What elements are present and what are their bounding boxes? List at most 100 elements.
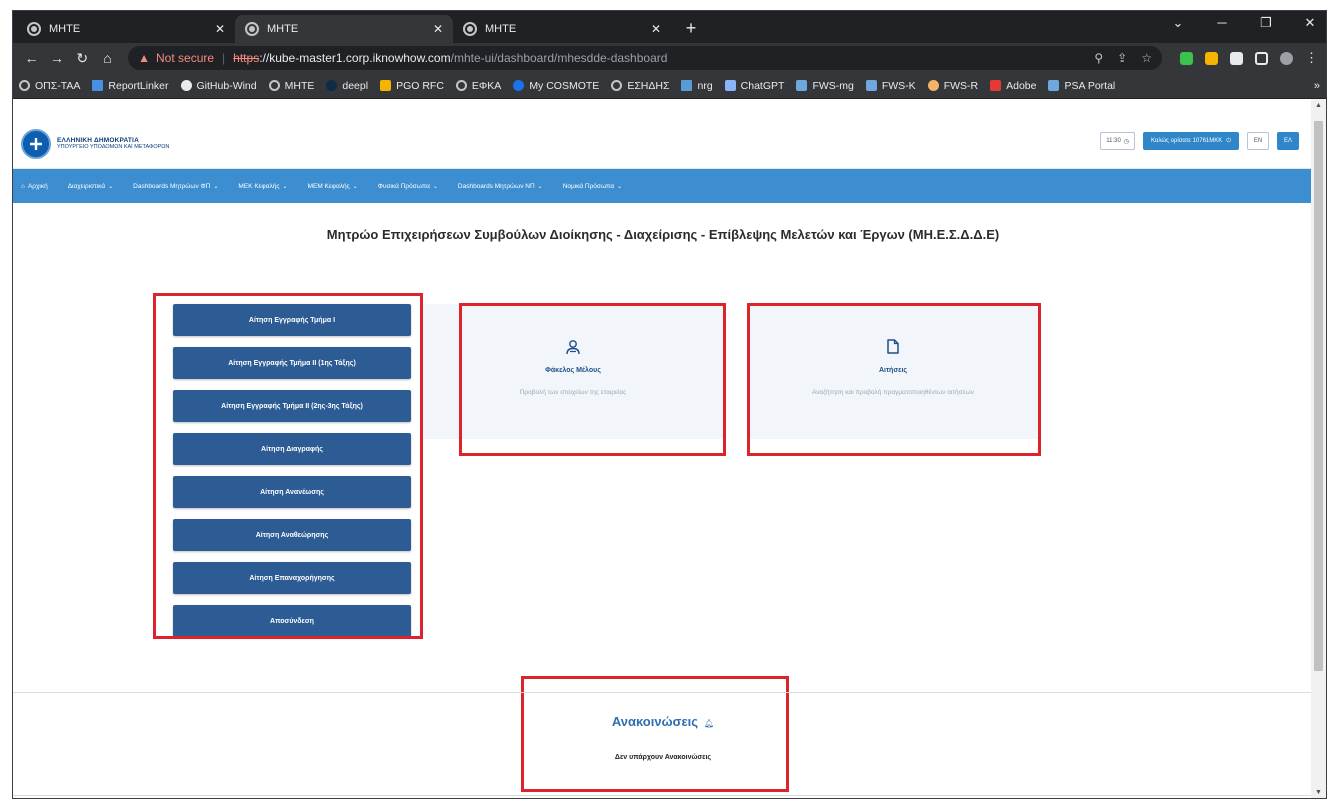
scroll-thumb[interactable] (1314, 121, 1323, 671)
bookmark-label: FWS-K (881, 79, 916, 92)
nav-natural-persons[interactable]: Φυσικά Πρόσωπα ⌄ (378, 183, 438, 190)
application-menu: Αίτηση Εγγραφής Τμήμα Ι Αίτηση Εγγραφής … (173, 304, 411, 648)
renewal-request-button[interactable]: Αίτηση Ανανέωσης (173, 476, 411, 508)
section-divider (13, 692, 1313, 693)
chevron-down-icon: ⌄ (282, 183, 288, 190)
nav-dashboards-fp[interactable]: Dashboards Μητρώων ΦΠ ⌄ (133, 183, 218, 190)
browser-tab-1[interactable]: MHTE ✕ (17, 15, 235, 43)
applications-card[interactable]: Αιτήσεις Αναζήτηση και προβολή πραγματοπ… (748, 304, 1038, 439)
back-icon[interactable]: ← (21, 50, 42, 66)
bookmark-item[interactable]: ReportLinker (92, 80, 169, 92)
registration-part-1-button[interactable]: Αίτηση Εγγραφής Τμήμα Ι (173, 304, 411, 336)
new-tab-button[interactable]: + (677, 15, 705, 43)
registration-part-2-class-2-3-button[interactable]: Αίτηση Εγγραφής Τμήμα ΙΙ (2ης-3ης Τάξης) (173, 390, 411, 422)
tab-close-icon[interactable]: ✕ (433, 22, 443, 36)
card-title: Αιτήσεις (878, 367, 908, 374)
side-panel-icon[interactable] (1254, 51, 1268, 65)
share-icon[interactable]: ⇪ (1117, 51, 1127, 65)
member-folder-card[interactable]: Φάκελος Μέλους Προβολή των στοιχείων της… (423, 304, 723, 439)
revision-request-button[interactable]: Αίτηση Αναθεώρησης (173, 519, 411, 551)
bookmark-label: deepl (342, 79, 369, 92)
browser-menu-icon[interactable]: ⋮ (1305, 50, 1318, 66)
nav-mem[interactable]: ΜΕΜ Κεφαλής ⌄ (308, 183, 358, 190)
file-icon (748, 339, 1038, 357)
tab-close-icon[interactable]: ✕ (651, 22, 661, 36)
deletion-request-button[interactable]: Αίτηση Διαγραφής (173, 433, 411, 465)
highlight-box-announcements (521, 676, 789, 792)
lang-en-button[interactable]: EN (1247, 132, 1269, 150)
bookmark-item[interactable]: ΕΣΗΔΗΣ (611, 80, 669, 92)
announcements-empty-message: Δεν υπάρχουν Ανακοινώσεις (614, 754, 712, 761)
user-welcome-button[interactable]: Καλώς ορίσατε 10761ΜΚΚ ⏻ (1143, 132, 1239, 150)
puzzle-extensions-icon[interactable] (1229, 51, 1243, 65)
nav-admin[interactable]: Διαχειριστικά ⌄ (68, 183, 113, 190)
nav-mek[interactable]: ΜΕΚ Κεφαλής ⌄ (238, 183, 287, 190)
nav-legal-persons[interactable]: Νομικά Πρόσωπα ⌄ (563, 183, 622, 190)
tab-close-icon[interactable]: ✕ (215, 22, 225, 36)
bookmark-label: nrg (697, 79, 713, 92)
page-title: Μητρώο Επιχειρήσεων Συμβούλων Διοίκησης … (326, 227, 1000, 242)
greek-seal-icon (21, 129, 51, 159)
cosmote-icon (513, 80, 525, 91)
bookmark-item[interactable]: FWS-R (927, 79, 979, 92)
scroll-down-arrow-icon[interactable]: ▼ (1311, 786, 1326, 798)
adobe-icon (990, 80, 1002, 91)
bookmark-item[interactable]: Adobe (990, 80, 1036, 92)
chart-icon (92, 80, 104, 91)
page-scrollbar[interactable]: ▲ ▼ (1311, 99, 1326, 798)
bookmark-item[interactable]: My COSMOTE (513, 80, 599, 92)
bookmark-label: GitHub-Wind (196, 79, 257, 92)
bookmark-item[interactable]: nrg (681, 79, 713, 92)
url-scheme: https (233, 51, 260, 65)
bookmarks-overflow-button[interactable]: » (1314, 80, 1320, 92)
home-icon[interactable]: ⌂ (97, 50, 118, 66)
bookmark-item[interactable]: GitHub-Wind (180, 79, 257, 92)
lang-el-button[interactable]: ΕΛ (1277, 132, 1299, 150)
scroll-up-arrow-icon[interactable]: ▲ (1311, 99, 1326, 113)
bookmark-item[interactable]: PGO RFC (380, 80, 444, 92)
nav-home[interactable]: ⌂ Αρχική (21, 183, 48, 190)
logout-button[interactable]: Αποσύνδεση (173, 605, 411, 637)
bookmark-item[interactable]: ΟΠΣ-ΤΑΑ (19, 80, 80, 92)
bookmark-item[interactable]: deepl (326, 80, 368, 92)
bookmark-label: PSA Portal (1064, 79, 1116, 92)
bookmark-item[interactable]: ChatGPT (724, 80, 784, 92)
registration-part-2-class-1-button[interactable]: Αίτηση Εγγραφής Τμήμα ΙΙ (1ης Τάξης) (173, 347, 411, 379)
google-drive-icon[interactable] (1204, 51, 1218, 65)
bookmark-item[interactable]: MHTE (268, 80, 314, 92)
minimize-icon[interactable]: ─ (1212, 15, 1232, 31)
browser-tab-2[interactable]: MHTE ✕ (235, 15, 453, 43)
forward-icon[interactable]: → (46, 50, 67, 66)
bookmark-item[interactable]: PSA Portal (1048, 80, 1115, 92)
close-window-icon[interactable]: ✕ (1300, 15, 1320, 31)
browser-window: MHTE ✕ MHTE ✕ MHTE ✕ + ⌄ ─ ❐ ✕ ← → ↻ ⌂ ▲… (12, 10, 1327, 799)
card-title: Φάκελος Μέλους (545, 367, 601, 374)
power-icon: ⏻ (1226, 137, 1231, 144)
regrant-request-button[interactable]: Αίτηση Επαναχορήγησης (173, 562, 411, 594)
ministry-logo[interactable]: ΕΛΛΗΝΙΚΗ ΔΗΜΟΚΡΑΤΙΑ ΥΠΟΥΡΓΕΙΟ ΥΠΟΔΟΜΩΝ Κ… (21, 129, 169, 159)
extension-green-icon[interactable] (1179, 51, 1193, 65)
bookmark-item[interactable]: FWS-mg (796, 80, 854, 92)
address-bar[interactable]: ▲ Not secure | https ://kube-master1.cor… (128, 46, 1162, 70)
nav-label: Dashboards Μητρώων ΝΠ (457, 182, 535, 190)
not-secure-label[interactable]: Not secure (156, 51, 214, 65)
browser-tab-3[interactable]: MHTE ✕ (453, 15, 671, 43)
bookmark-label: ΕΦΚΑ (471, 79, 502, 92)
fws-icon (865, 80, 877, 91)
bookmark-item[interactable]: ΕΦΚΑ (455, 79, 502, 92)
bookmark-label: PGO RFC (396, 79, 444, 92)
reload-icon[interactable]: ↻ (72, 50, 93, 67)
page-viewport: ΕΛΛΗΝΙΚΗ ΔΗΜΟΚΡΑΤΙΑ ΥΠΟΥΡΓΕΙΟ ΥΠΟΔΟΜΩΝ Κ… (13, 99, 1313, 798)
nav-label: ΜΕΜ Κεφαλής (307, 182, 350, 190)
restore-icon[interactable]: ❐ (1256, 15, 1276, 31)
chevron-down-icon: ⌄ (108, 183, 114, 190)
tab-search-icon[interactable]: ⌄ (1168, 15, 1188, 31)
nrg-icon (681, 80, 693, 91)
omnibox-actions: ⚲ ⇪ ☆ (1094, 51, 1152, 65)
zoom-search-icon[interactable]: ⚲ (1094, 51, 1103, 65)
nav-dashboards-np[interactable]: Dashboards Μητρώων ΝΠ ⌄ (458, 183, 543, 190)
profile-avatar-icon[interactable] (1279, 51, 1293, 65)
bookmark-label: FWS-R (943, 79, 979, 92)
bookmark-item[interactable]: FWS-K (865, 79, 916, 92)
bookmark-star-icon[interactable]: ☆ (1141, 51, 1152, 65)
